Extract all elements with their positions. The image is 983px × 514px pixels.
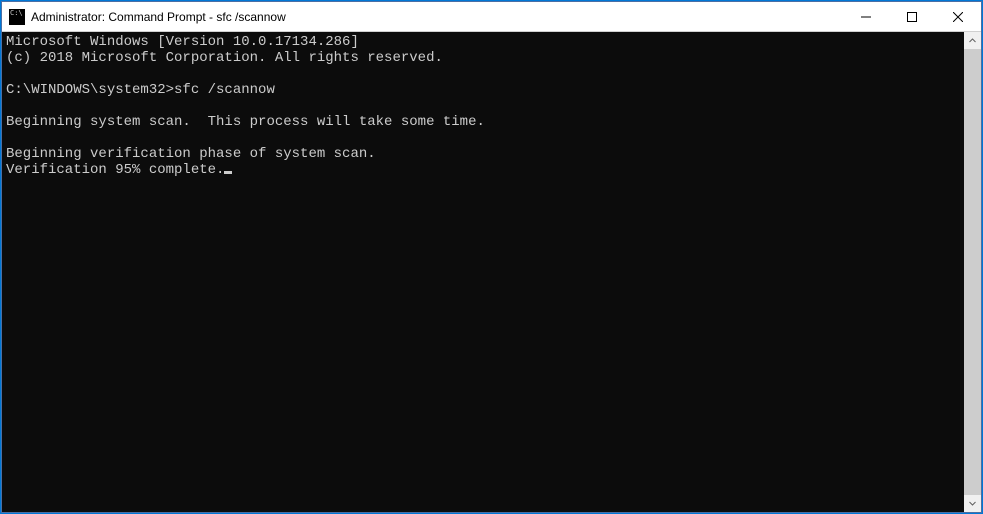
chevron-down-icon xyxy=(969,500,976,507)
console-line: Verification 95% complete. xyxy=(6,162,224,178)
vertical-scrollbar[interactable] xyxy=(964,32,981,512)
console-output[interactable]: Microsoft Windows [Version 10.0.17134.28… xyxy=(2,32,964,512)
window-controls xyxy=(843,2,981,31)
window-title: Administrator: Command Prompt - sfc /sca… xyxy=(31,10,843,24)
close-icon xyxy=(953,12,963,22)
titlebar[interactable]: Administrator: Command Prompt - sfc /sca… xyxy=(2,2,981,32)
scroll-down-button[interactable] xyxy=(964,495,981,512)
minimize-button[interactable] xyxy=(843,2,889,31)
console-line: Beginning verification phase of system s… xyxy=(6,146,376,162)
app-icon xyxy=(9,9,25,25)
console-prompt-line: C:\WINDOWS\system32>sfc /scannow xyxy=(6,82,275,98)
chevron-up-icon xyxy=(969,37,976,44)
maximize-button[interactable] xyxy=(889,2,935,31)
minimize-icon xyxy=(861,12,871,22)
console-line: Beginning system scan. This process will… xyxy=(6,114,485,130)
client-area: Microsoft Windows [Version 10.0.17134.28… xyxy=(2,32,981,512)
scroll-up-button[interactable] xyxy=(964,32,981,49)
command-prompt-window: Administrator: Command Prompt - sfc /sca… xyxy=(1,1,982,513)
close-button[interactable] xyxy=(935,2,981,31)
maximize-icon xyxy=(907,12,917,22)
console-line: Microsoft Windows [Version 10.0.17134.28… xyxy=(6,34,359,50)
text-cursor xyxy=(224,171,232,174)
scroll-thumb[interactable] xyxy=(964,49,981,495)
scroll-track[interactable] xyxy=(964,49,981,495)
console-line: (c) 2018 Microsoft Corporation. All righ… xyxy=(6,50,443,66)
